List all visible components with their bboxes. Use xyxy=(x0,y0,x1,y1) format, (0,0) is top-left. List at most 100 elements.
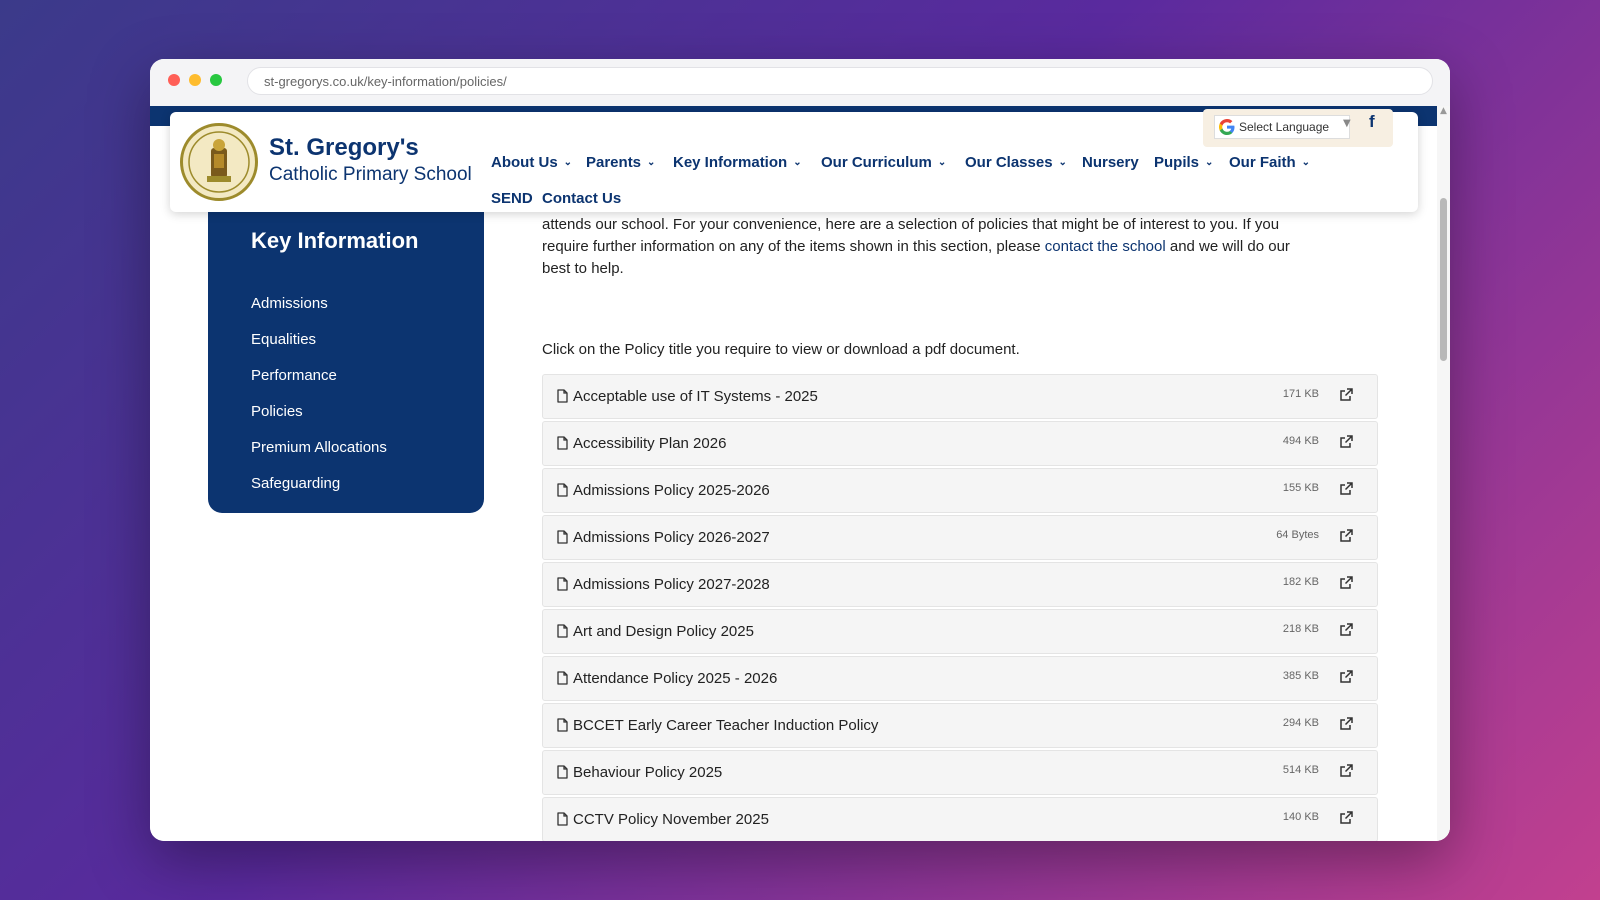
crest-icon xyxy=(188,131,250,193)
file-icon xyxy=(557,812,568,826)
nav-our-curriculum[interactable]: Our Curriculum ⌄ xyxy=(821,154,946,171)
browser-titlebar: st-gregorys.co.uk/key-information/polici… xyxy=(150,59,1450,106)
instruction-text: Click on the Policy title you require to… xyxy=(542,341,1020,358)
key-information-sidebar: Key Information Admissions Equalities Pe… xyxy=(208,206,484,513)
browser-window: st-gregorys.co.uk/key-information/polici… xyxy=(150,59,1450,841)
policy-file-size: 294 KB xyxy=(1282,717,1319,729)
policy-title[interactable]: Behaviour Policy 2025 xyxy=(573,764,722,781)
policy-file-size: 218 KB xyxy=(1282,623,1319,635)
file-icon xyxy=(557,671,568,685)
chevron-down-icon: ⌄ xyxy=(647,157,656,168)
policy-row[interactable]: Admissions Policy 2025-2026 155 KB xyxy=(542,468,1378,513)
file-icon xyxy=(557,389,568,403)
sidebar-item-policies[interactable]: Policies xyxy=(251,403,303,420)
policy-file-size: 494 KB xyxy=(1282,435,1319,447)
language-label: Select Language xyxy=(1239,120,1330,134)
sidebar-item-safeguarding[interactable]: Safeguarding xyxy=(251,475,340,492)
maximize-window-button[interactable] xyxy=(210,74,222,86)
nav-contact-us[interactable]: Contact Us xyxy=(542,190,621,207)
policy-title[interactable]: Attendance Policy 2025 - 2026 xyxy=(573,670,777,687)
nav-parents[interactable]: Parents ⌄ xyxy=(586,154,655,171)
chevron-down-icon: ⌄ xyxy=(1205,157,1214,168)
external-link-icon[interactable] xyxy=(1339,482,1353,496)
intro-paragraph: attends our school. For your convenience… xyxy=(542,214,1362,280)
sidebar-title: Key Information xyxy=(251,228,419,253)
sidebar-item-performance[interactable]: Performance xyxy=(251,367,337,384)
chevron-down-icon: ⌄ xyxy=(793,157,802,168)
file-icon xyxy=(557,718,568,732)
policy-list: Acceptable use of IT Systems - 2025 171 K… xyxy=(542,374,1378,841)
facebook-icon[interactable]: f xyxy=(1369,112,1375,132)
nav-send[interactable]: SEND xyxy=(491,190,533,207)
external-link-icon[interactable] xyxy=(1339,388,1353,402)
scrollbar-thumb[interactable] xyxy=(1440,198,1447,361)
policy-title[interactable]: Accessibility Plan 2026 xyxy=(573,435,726,452)
policy-row[interactable]: Art and Design Policy 2025 218 KB xyxy=(542,609,1378,654)
intro-line-3: best to help. xyxy=(542,260,624,277)
file-icon xyxy=(557,624,568,638)
nav-our-faith[interactable]: Our Faith ⌄ xyxy=(1229,154,1310,171)
scroll-up-arrow-icon[interactable]: ▲ xyxy=(1439,106,1448,116)
nav-our-classes[interactable]: Our Classes ⌄ xyxy=(965,154,1067,171)
policy-file-size: 514 KB xyxy=(1282,764,1319,776)
address-bar[interactable]: st-gregorys.co.uk/key-information/polici… xyxy=(247,67,1433,95)
nav-nursery[interactable]: Nursery xyxy=(1082,154,1139,171)
file-icon xyxy=(557,436,568,450)
policy-title[interactable]: CCTV Policy November 2025 xyxy=(573,811,769,828)
file-icon xyxy=(557,530,568,544)
sidebar-item-admissions[interactable]: Admissions xyxy=(251,295,328,312)
caret-down-icon[interactable]: ▼ xyxy=(1343,118,1351,129)
intro-line-2: require further information on any of th… xyxy=(542,238,1290,255)
policy-row[interactable]: Acceptable use of IT Systems - 2025 171 K… xyxy=(542,374,1378,419)
language-select[interactable]: Select Language xyxy=(1214,115,1350,139)
chevron-down-icon: ⌄ xyxy=(937,157,947,168)
school-name[interactable]: St. Gregory's xyxy=(269,134,419,162)
policy-row[interactable]: BCCET Early Career Teacher Induction Pol… xyxy=(542,703,1378,748)
policy-file-size: 155 KB xyxy=(1282,482,1319,494)
sidebar-item-premium-allocations[interactable]: Premium Allocations xyxy=(251,439,387,456)
policy-title[interactable]: Art and Design Policy 2025 xyxy=(573,623,754,640)
policy-row[interactable]: Admissions Policy 2027-2028 182 KB xyxy=(542,562,1378,607)
external-link-icon[interactable] xyxy=(1339,435,1353,449)
file-icon xyxy=(557,483,568,497)
external-link-icon[interactable] xyxy=(1339,764,1353,778)
translate-widget: Select Language ▼ f xyxy=(1203,109,1393,147)
vertical-scrollbar[interactable]: ▲ xyxy=(1437,106,1450,841)
contact-school-link[interactable]: contact the school xyxy=(1045,238,1166,255)
policy-title[interactable]: BCCET Early Career Teacher Induction Pol… xyxy=(573,717,878,734)
intro-line-1: attends our school. For your convenience… xyxy=(542,216,1280,233)
nav-about-us[interactable]: About Us ⌄ xyxy=(491,154,572,171)
google-icon xyxy=(1219,119,1235,135)
external-link-icon[interactable] xyxy=(1339,623,1353,637)
chevron-down-icon: ⌄ xyxy=(1301,157,1311,168)
page-viewport: St. Gregory's Catholic Primary School Ab… xyxy=(150,106,1450,841)
policy-row[interactable]: Admissions Policy 2026-2027 64 Bytes xyxy=(542,515,1378,560)
policy-file-size: 64 Bytes xyxy=(1276,529,1319,541)
file-icon xyxy=(557,577,568,591)
nav-key-information[interactable]: Key Information ⌄ xyxy=(673,154,802,171)
policy-file-size: 171 KB xyxy=(1282,388,1319,400)
policy-title[interactable]: Admissions Policy 2026-2027 xyxy=(573,529,770,546)
policy-title[interactable]: Admissions Policy 2025-2026 xyxy=(573,482,770,499)
external-link-icon[interactable] xyxy=(1339,529,1353,543)
close-window-button[interactable] xyxy=(168,74,180,86)
policy-row[interactable]: Attendance Policy 2025 - 2026 385 KB xyxy=(542,656,1378,701)
school-crest-logo[interactable] xyxy=(180,123,258,201)
policy-row[interactable]: CCTV Policy November 2025 140 KB xyxy=(542,797,1378,841)
site-header: St. Gregory's Catholic Primary School Ab… xyxy=(170,109,1418,212)
sidebar-item-equalities[interactable]: Equalities xyxy=(251,331,316,348)
external-link-icon[interactable] xyxy=(1339,811,1353,825)
external-link-icon[interactable] xyxy=(1339,576,1353,590)
policy-title[interactable]: Acceptable use of IT Systems - 2025 xyxy=(573,388,818,405)
policy-row[interactable]: Behaviour Policy 2025 514 KB xyxy=(542,750,1378,795)
policy-file-size: 182 KB xyxy=(1282,576,1319,588)
minimize-window-button[interactable] xyxy=(189,74,201,86)
external-link-icon[interactable] xyxy=(1339,717,1353,731)
external-link-icon[interactable] xyxy=(1339,670,1353,684)
nav-pupils[interactable]: Pupils ⌄ xyxy=(1154,154,1213,171)
policy-file-size: 140 KB xyxy=(1282,811,1319,823)
policy-file-size: 385 KB xyxy=(1282,670,1319,682)
policy-title[interactable]: Admissions Policy 2027-2028 xyxy=(573,576,770,593)
chevron-down-icon: ⌄ xyxy=(1058,157,1067,168)
policy-row[interactable]: Accessibility Plan 2026 494 KB xyxy=(542,421,1378,466)
